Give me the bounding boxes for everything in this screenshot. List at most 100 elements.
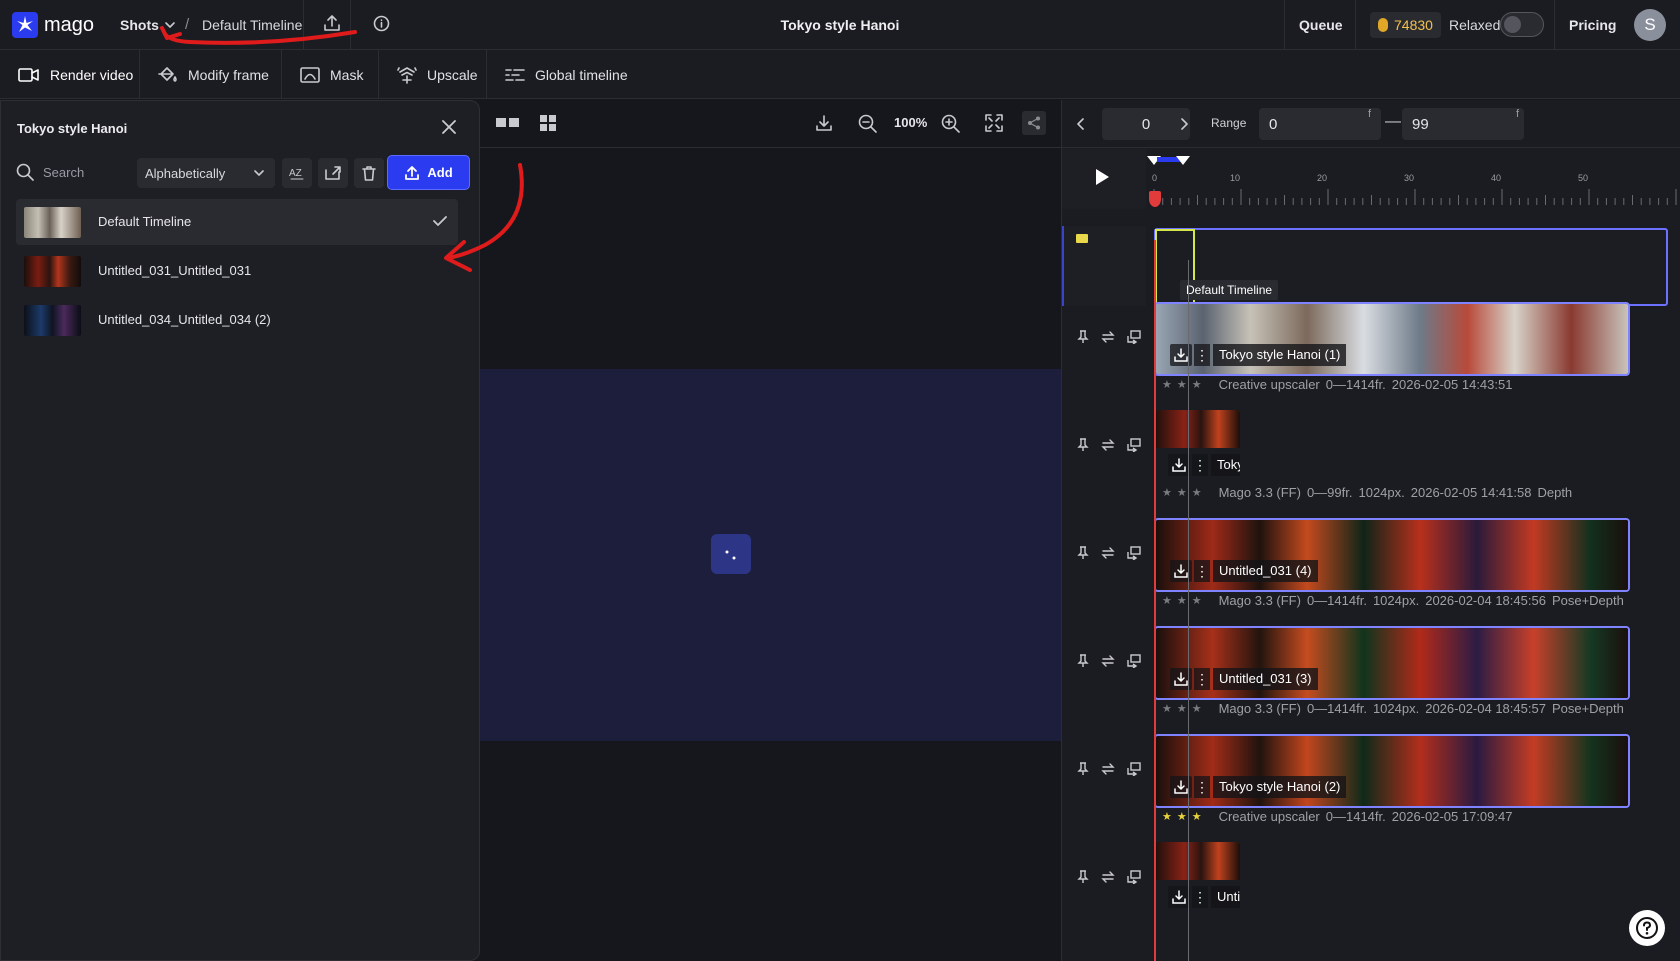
clip-controls[interactable] (1077, 546, 1141, 560)
clip-controls[interactable] (1077, 870, 1141, 884)
shots-dropdown[interactable]: Shots (120, 17, 176, 33)
chevron-right-icon (1181, 118, 1188, 130)
render-video-tool[interactable]: Render video (0, 50, 140, 99)
avatar[interactable]: S (1634, 9, 1666, 41)
clip-controls[interactable] (1077, 438, 1141, 452)
divider (1284, 0, 1285, 50)
rating-stars[interactable]: ★★★ (1162, 810, 1207, 823)
delete-button[interactable] (354, 158, 384, 188)
zoom-in-button[interactable] (941, 114, 960, 133)
clip-menu-button[interactable]: ⋮ (1194, 668, 1210, 690)
breadcrumb[interactable]: Default Timeline (202, 17, 302, 33)
clip-model: Mago 3.3 (FF) (1218, 485, 1301, 500)
clip-menu-button[interactable]: ⋮ (1192, 454, 1208, 476)
modify-frame-tool[interactable]: Modify frame (140, 50, 282, 99)
relaxed-mode-toggle[interactable] (1500, 12, 1544, 37)
chevron-left-icon (1077, 118, 1084, 130)
replace-video-icon (1127, 330, 1141, 344)
list-item[interactable]: Untitled_034_Untitled_034 (2) (16, 297, 458, 343)
frame-preview[interactable] (480, 369, 1061, 741)
credits-badge[interactable]: 74830 (1370, 12, 1441, 38)
list-item[interactable]: Default Timeline (16, 199, 458, 245)
fit-screen-button[interactable] (985, 114, 1003, 132)
replace-video-icon (1127, 438, 1141, 452)
grid-view-button[interactable] (539, 114, 557, 132)
main-track-header[interactable] (1062, 226, 1146, 306)
clip-download-button[interactable] (1168, 886, 1190, 908)
timeline-clip[interactable]: ⋮Tokyo style Hanoi (1154, 410, 1240, 484)
zoom-in-icon (941, 114, 960, 133)
add-button[interactable]: Add (388, 156, 469, 189)
main-track-label: Default Timeline (1180, 280, 1279, 300)
split-view-button[interactable] (496, 116, 520, 130)
rating-stars[interactable]: ★★★ (1162, 702, 1207, 715)
clip-date: 2026-02-04 18:45:57 (1425, 701, 1546, 716)
clip-menu-button[interactable]: ⋮ (1194, 776, 1210, 798)
clip-controls[interactable] (1077, 330, 1141, 344)
range-dash: — (1385, 113, 1401, 130)
timeline-clip[interactable]: ⋮Untitled_031 (2) (1154, 842, 1240, 916)
canvas[interactable] (480, 149, 1061, 961)
share-button[interactable] (1022, 111, 1046, 135)
clip-menu-button[interactable]: ⋮ (1192, 886, 1208, 908)
trash-icon (362, 165, 376, 181)
modify-frame-label: Modify frame (188, 66, 269, 83)
range-end-input[interactable]: 99 (1402, 108, 1524, 140)
clip-name: Untitled_031 (3) (1213, 668, 1318, 690)
zoom-out-button[interactable] (858, 114, 877, 133)
playhead[interactable] (1149, 191, 1161, 207)
close-button[interactable] (441, 119, 457, 135)
pin-icon (1077, 870, 1089, 883)
clip-controls[interactable] (1077, 654, 1141, 668)
help-button[interactable] (1629, 910, 1665, 946)
download-frame-button[interactable] (815, 114, 833, 132)
clip-date: 2026-02-05 14:41:58 (1410, 485, 1532, 500)
swap-icon (1101, 871, 1115, 883)
upscale-tool[interactable]: Upscale (379, 50, 487, 99)
range-start-unit: f (1368, 108, 1372, 120)
sort-select[interactable]: Alphabetically (137, 158, 275, 188)
divider (1355, 0, 1356, 50)
clip-controls[interactable] (1077, 762, 1141, 776)
clip-download-button[interactable] (1168, 454, 1190, 476)
timeline-clip[interactable]: ⋮ Untitled_031 (4) (1154, 518, 1630, 592)
chevron-down-icon (165, 22, 175, 28)
rating-stars[interactable]: ★★★ (1162, 486, 1207, 499)
download-icon (1172, 458, 1186, 472)
list-item[interactable]: Untitled_031_Untitled_031 (16, 248, 458, 294)
timeline-ruler[interactable]: 0 10 20 30 40 50 (1146, 149, 1680, 209)
clip-menu-button[interactable]: ⋮ (1194, 344, 1210, 366)
search-input[interactable] (43, 157, 128, 187)
relaxed-mode-label: Relaxed (1449, 17, 1501, 33)
main-track[interactable]: Default Timeline (1154, 228, 1668, 306)
timeline-clip[interactable]: ⋮ Untitled_031 (3) (1154, 626, 1630, 700)
render-video-label: Render video (50, 66, 134, 83)
info-button[interactable] (373, 15, 390, 32)
global-timeline-tool[interactable]: Global timeline (487, 50, 637, 99)
clip-meta: ★★★ Creative upscaler 0—1414fr. 2026-02-05 … (1162, 377, 1512, 392)
mask-tool[interactable]: Mask (282, 50, 379, 99)
play-button[interactable] (1094, 168, 1110, 186)
queue-button[interactable]: Queue (1299, 17, 1343, 33)
timeline-clip[interactable]: ⋮ Tokyo style Hanoi (1) (1154, 302, 1630, 376)
export-button[interactable] (323, 14, 341, 32)
paint-bucket-icon (158, 66, 177, 82)
rating-stars[interactable]: ★★★ (1162, 594, 1207, 607)
clip-resolution: 1024px. (1372, 593, 1420, 608)
pricing-link[interactable]: Pricing (1569, 17, 1616, 33)
download-icon (1174, 348, 1188, 362)
next-frame-button[interactable] (1171, 110, 1197, 138)
download-icon (816, 115, 832, 131)
timeline-clip[interactable]: ⋮ Tokyo style Hanoi (2) (1154, 734, 1630, 808)
clip-menu-button[interactable]: ⋮ (1194, 560, 1210, 582)
logo[interactable]: mago (12, 12, 94, 38)
upscale-icon (397, 66, 417, 84)
prev-frame-button[interactable] (1068, 110, 1094, 138)
play-icon (1096, 169, 1109, 185)
tool-bar: Render video Modify frame Mask Upscale G… (0, 50, 1680, 99)
grid-view-icon (540, 115, 556, 131)
rating-stars[interactable]: ★★★ (1162, 378, 1207, 391)
range-start-input[interactable]: 0 (1259, 108, 1381, 140)
export-list-button[interactable] (318, 158, 348, 188)
sort-direction-button[interactable]: AZ (282, 158, 312, 188)
